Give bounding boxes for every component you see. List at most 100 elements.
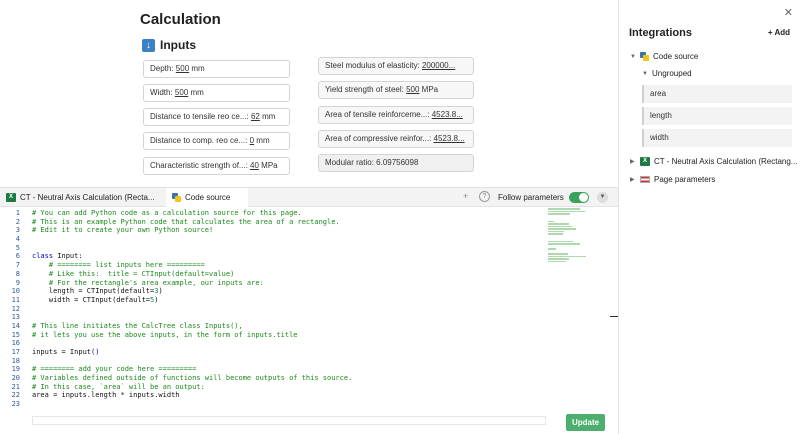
field-label: Characteristic strength of...:: [150, 161, 251, 170]
field-unit: mm: [188, 88, 204, 97]
code-line[interactable]: # ======== add your code here =========: [32, 365, 542, 374]
follow-parameters-toggle[interactable]: [569, 192, 589, 203]
minimap-line: [548, 243, 580, 245]
ct-calculation-label: CT - Neutral Axis Calculation (Rectang..…: [654, 157, 798, 166]
input-field[interactable]: Characteristic strength of...: 40 MPa: [143, 157, 290, 175]
tree-page-parameters[interactable]: ▶ Page parameters: [630, 175, 715, 184]
output-field: Modular ratio: 6.09756098: [318, 154, 474, 172]
update-button[interactable]: Update: [566, 414, 605, 431]
line-number: 4: [15, 235, 20, 244]
line-number: 3: [15, 226, 20, 235]
code-line[interactable]: # it lets you use the above inputs, in t…: [32, 331, 542, 340]
input-field[interactable]: Depth: 500 mm: [143, 60, 290, 78]
field-value[interactable]: 500: [175, 88, 188, 97]
code-token: area = inputs.length * inputs.width: [32, 391, 180, 400]
code-line[interactable]: # For the rectangle's area example, our …: [32, 279, 542, 288]
chevron-right-icon: ▶: [630, 159, 635, 165]
code-line[interactable]: # Edit it to create your own Python sour…: [32, 226, 542, 235]
code-line[interactable]: ​: [32, 244, 542, 253]
close-icon[interactable]: ✕: [784, 6, 793, 19]
code-line[interactable]: ​: [32, 357, 542, 366]
code-line[interactable]: class Input:: [32, 252, 542, 261]
line-number: 6: [15, 252, 20, 261]
tree-ct-calculation[interactable]: ▶ X CT - Neutral Axis Calculation (Recta…: [630, 157, 797, 166]
minimap-line: [548, 220, 554, 222]
code-line[interactable]: ​: [32, 400, 542, 409]
tree-code-source[interactable]: ▼ Code source: [630, 52, 698, 61]
minimap-line: [548, 260, 566, 262]
field-label: Modular ratio:: [325, 158, 377, 167]
code-line[interactable]: # You can add Python code as a calculati…: [32, 209, 542, 218]
line-number: 2: [15, 217, 20, 226]
code-line[interactable]: # ======== list inputs here =========: [32, 261, 542, 270]
minimap-line: [548, 258, 569, 260]
line-number: 21: [11, 382, 20, 391]
chevron-down-icon[interactable]: ▼: [597, 192, 608, 203]
add-integration-button[interactable]: + Add: [768, 28, 790, 37]
code-line[interactable]: ​: [32, 339, 542, 348]
minimap-line: [548, 208, 580, 210]
field-value: 6.09756098: [376, 158, 419, 167]
field-unit: mm: [189, 64, 205, 73]
field-value: 4523.8...: [433, 134, 465, 143]
code-line[interactable]: ​: [32, 235, 542, 244]
line-number: 18: [11, 356, 20, 365]
field-value[interactable]: 40: [250, 161, 259, 170]
spreadsheet-icon: X: [640, 157, 650, 166]
field-value[interactable]: 500: [176, 64, 189, 73]
minimap-line: [548, 228, 576, 230]
tree-item-width[interactable]: width: [642, 129, 792, 147]
code-line[interactable]: # Like this: title = CTInput(default=val…: [32, 270, 542, 279]
code-line[interactable]: # Variables defined outside of functions…: [32, 374, 542, 383]
minimap-line: [548, 230, 564, 232]
field-label: Distance to tensile reo ce...:: [150, 112, 251, 121]
output-field: Yield strength of steel: 500 MPa: [318, 81, 474, 99]
line-number: 17: [11, 348, 20, 356]
code-token: # In this case, `area` will be an output…: [32, 382, 205, 391]
code-line[interactable]: # This line initiates the CalcTree class…: [32, 322, 542, 331]
input-field[interactable]: Distance to comp. reo ce...: 0 mm: [143, 132, 290, 150]
code-token: # Variables defined outside of functions…: [32, 374, 353, 383]
tab-label: Code source: [185, 193, 231, 202]
code-line[interactable]: length = CTInput(default=3): [32, 287, 542, 296]
code-token: inputs = Input: [32, 348, 92, 356]
code-line[interactable]: inputs = Input(): [32, 348, 542, 357]
line-number: 12: [11, 304, 20, 313]
tree-item-area[interactable]: area: [642, 85, 792, 103]
code-token: # it lets you use the above inputs, in t…: [32, 330, 298, 339]
minimap-line: [548, 213, 570, 215]
code-editor[interactable]: 1 2 3 4 5 6 7 8 9 10 11 12 13 14 15 16 17 18 19 20 21 22 23 # …: [0, 207, 618, 434]
code-token: ): [154, 295, 159, 304]
ungrouped-label: Ungrouped: [652, 69, 692, 78]
code-token: # This is an example Python code that ca…: [32, 217, 340, 226]
help-icon[interactable]: ?: [479, 191, 490, 202]
plus-icon[interactable]: +: [463, 191, 468, 201]
code-line[interactable]: ​: [32, 313, 542, 322]
field-value: 200000...: [421, 61, 456, 70]
code-token: class: [32, 252, 54, 261]
code-minimap[interactable]: [548, 208, 594, 262]
line-number: 10: [11, 287, 20, 296]
code-line[interactable]: ​: [32, 305, 542, 314]
python-icon: [172, 193, 181, 202]
input-field[interactable]: Width: 500 mm: [143, 84, 290, 102]
code-line[interactable]: # In this case, `area` will be an output…: [32, 383, 542, 392]
input-field[interactable]: Distance to tensile reo ce...: 62 mm: [143, 108, 290, 126]
field-value[interactable]: 62: [251, 112, 260, 121]
line-number: 16: [11, 339, 20, 348]
integrations-panel: ✕ Integrations + Add: [618, 0, 800, 434]
code-line[interactable]: width = CTInput(default=5): [32, 296, 542, 305]
minimap-line: [548, 240, 573, 242]
field-value: 4523.8...: [431, 110, 463, 119]
tree-ungrouped[interactable]: ▼ Ungrouped: [642, 69, 692, 78]
field-label: Yield strength of steel:: [325, 85, 407, 94]
minimap-line: [548, 225, 572, 227]
tab-code-source[interactable]: Code source: [166, 188, 248, 207]
tab-ct-calculation[interactable]: X CT - Neutral Axis Calculation (Recta..…: [0, 188, 166, 207]
tree-item-length[interactable]: length: [642, 107, 792, 125]
scrollbar-marker[interactable]: [610, 316, 618, 317]
code-line[interactable]: area = inputs.length * inputs.width: [32, 391, 542, 400]
minimap-line: [548, 233, 563, 235]
code-line[interactable]: # This is an example Python code that ca…: [32, 218, 542, 227]
code-content[interactable]: # You can add Python code as a calculati…: [32, 209, 542, 409]
